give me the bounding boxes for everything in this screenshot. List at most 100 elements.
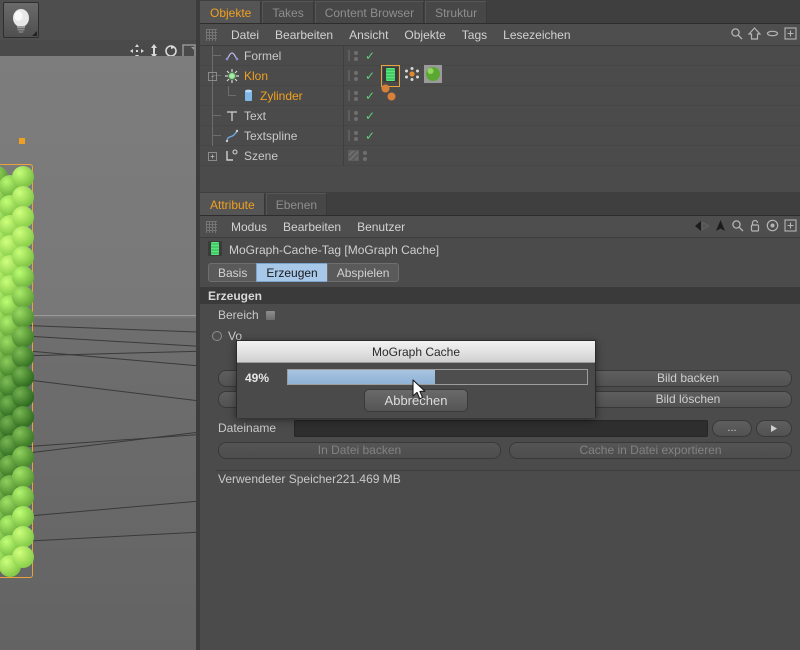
- viewport-panel[interactable]: [0, 0, 200, 650]
- menu-bearbeiten[interactable]: Bearbeiten: [267, 24, 341, 46]
- bake-to-file-button[interactable]: In Datei backen: [218, 442, 501, 459]
- attribute-manager-menubar[interactable]: Modus Bearbeiten Benutzer: [200, 216, 800, 238]
- object-manager-menubar[interactable]: Datei Bearbeiten Ansicht Objekte Tags Le…: [200, 24, 800, 46]
- object-tag-cell[interactable]: [375, 106, 800, 126]
- visibility-toggle-icon[interactable]: [348, 150, 359, 161]
- object-visibility-cell[interactable]: ✓: [343, 105, 375, 126]
- visibility-toggle-icon[interactable]: [348, 50, 350, 61]
- filename-arrow-button[interactable]: [756, 419, 792, 437]
- visibility-dots-icon[interactable]: [354, 130, 358, 141]
- light-dropdown-corner-icon[interactable]: [32, 31, 37, 36]
- light-bulb-button[interactable]: [3, 2, 39, 38]
- object-name-cell[interactable]: Textspline: [200, 125, 343, 146]
- enabled-check-icon[interactable]: ✓: [365, 129, 375, 143]
- menu-bearbeiten[interactable]: Bearbeiten: [275, 216, 349, 238]
- object-row-zylinder[interactable]: Zylinder ✓: [200, 84, 800, 106]
- enabled-check-icon[interactable]: ✓: [365, 69, 375, 83]
- menu-ansicht[interactable]: Ansicht: [341, 24, 396, 46]
- lock-icon[interactable]: [749, 219, 761, 235]
- file-actions-row[interactable]: In Datei backen Cache in Datei exportier…: [218, 442, 792, 459]
- object-tag-cell[interactable]: [375, 84, 800, 106]
- panel-grip-icon[interactable]: [206, 28, 217, 41]
- tab-erzeugen[interactable]: Erzeugen: [256, 263, 328, 282]
- object-name-cell[interactable]: Text: [200, 105, 343, 126]
- dot-tag-b-icon[interactable]: [387, 90, 396, 104]
- object-visibility-cell[interactable]: [343, 145, 375, 166]
- visibility-toggle-icon[interactable]: [348, 70, 350, 81]
- object-manager-tabstrip[interactable]: Objekte Takes Content Browser Struktur: [200, 0, 800, 24]
- object-tag-cell[interactable]: [375, 64, 800, 87]
- object-name-cell[interactable]: Zylinder: [200, 85, 343, 106]
- filename-input[interactable]: [294, 419, 708, 437]
- visibility-dots-icon[interactable]: [363, 150, 367, 161]
- export-cache-button[interactable]: Cache in Datei exportieren: [509, 442, 792, 459]
- menu-objekte[interactable]: Objekte: [396, 24, 453, 46]
- tab-struktur[interactable]: Struktur: [425, 1, 488, 23]
- parameter-tabs[interactable]: Basis Erzeugen Abspielen: [200, 262, 800, 283]
- cloner-tag-icon[interactable]: [404, 66, 420, 85]
- ellipse-icon[interactable]: [766, 27, 779, 43]
- object-tree[interactable]: Formel ✓ - Klon ✓ Zylinder ✓ Text ✓ Text…: [200, 45, 800, 192]
- filename-row[interactable]: Dateiname ...: [218, 419, 792, 437]
- visibility-dots-icon[interactable]: [354, 110, 358, 121]
- object-row-text[interactable]: Text ✓: [200, 105, 800, 126]
- object-row-formel[interactable]: Formel ✓: [200, 45, 800, 66]
- object-row-textspline[interactable]: Textspline ✓: [200, 125, 800, 146]
- vo-radio[interactable]: [212, 331, 222, 341]
- tab-attribute[interactable]: Attribute: [200, 193, 265, 215]
- menu-modus[interactable]: Modus: [223, 216, 275, 238]
- tab-takes[interactable]: Takes: [262, 1, 314, 23]
- back-arrow-icon[interactable]: [694, 220, 710, 235]
- menu-lesezeichen[interactable]: Lesezeichen: [495, 24, 578, 46]
- viewport-canvas[interactable]: [0, 56, 200, 650]
- plus-box-icon[interactable]: [784, 27, 797, 43]
- visibility-dots-icon[interactable]: [354, 90, 358, 101]
- menu-tags[interactable]: Tags: [454, 24, 495, 46]
- tab-objekte[interactable]: Objekte: [200, 1, 262, 23]
- panel-grip-icon[interactable]: [206, 220, 217, 233]
- attribute-manager-toolbar[interactable]: [694, 216, 797, 238]
- object-name-cell[interactable]: Formel: [200, 45, 343, 66]
- home-icon[interactable]: [747, 27, 762, 43]
- object-tag-cell[interactable]: [375, 46, 800, 66]
- tab-ebenen[interactable]: Ebenen: [265, 193, 328, 215]
- target-icon[interactable]: [766, 219, 779, 235]
- enabled-check-icon[interactable]: ✓: [365, 49, 375, 63]
- object-tag-cell[interactable]: [375, 146, 800, 166]
- mograph-cache-progress-dialog[interactable]: MoGraph Cache 49% Abbrechen: [236, 340, 596, 418]
- delete-image-button[interactable]: Bild löschen: [584, 391, 792, 408]
- up-arrow-icon[interactable]: [715, 219, 726, 235]
- search-icon[interactable]: [730, 27, 743, 43]
- object-visibility-cell[interactable]: ✓: [343, 45, 375, 66]
- green-sphere-clone-column[interactable]: [0, 166, 34, 577]
- collapse-expander-icon[interactable]: -: [208, 71, 217, 81]
- tab-abspielen[interactable]: Abspielen: [326, 263, 400, 282]
- object-name-cell[interactable]: - Klon: [200, 65, 343, 86]
- visibility-toggle-icon[interactable]: [348, 110, 350, 121]
- object-name-cell[interactable]: + Szene: [200, 146, 343, 166]
- bake-image-button[interactable]: Bild backen: [584, 370, 792, 387]
- visibility-dots-icon[interactable]: [354, 50, 358, 61]
- object-tag-cell[interactable]: [375, 126, 800, 146]
- visibility-toggle-icon[interactable]: [348, 130, 350, 141]
- visibility-dots-icon[interactable]: [354, 70, 358, 81]
- object-visibility-cell[interactable]: ✓: [343, 65, 375, 86]
- attribute-manager-tabstrip[interactable]: Attribute Ebenen: [200, 192, 800, 216]
- tab-content-browser[interactable]: Content Browser: [314, 1, 425, 23]
- enabled-check-icon[interactable]: ✓: [365, 109, 375, 123]
- search-icon[interactable]: [731, 219, 744, 235]
- tab-basis[interactable]: Basis: [208, 263, 258, 282]
- plus-box-icon[interactable]: [784, 219, 797, 235]
- object-visibility-cell[interactable]: ✓: [343, 85, 375, 106]
- cancel-button[interactable]: Abbrechen: [364, 389, 468, 412]
- menu-benutzer[interactable]: Benutzer: [349, 216, 413, 238]
- expand-expander-icon[interactable]: +: [208, 151, 217, 161]
- object-row-klon[interactable]: - Klon ✓: [200, 64, 800, 87]
- object-manager-toolbar[interactable]: [730, 24, 797, 46]
- browse-button[interactable]: ...: [712, 419, 752, 437]
- object-visibility-cell[interactable]: ✓: [343, 125, 375, 146]
- enabled-check-icon[interactable]: ✓: [365, 89, 375, 103]
- material-tag-icon[interactable]: [424, 65, 442, 86]
- menu-datei[interactable]: Datei: [223, 24, 267, 46]
- object-row-szene[interactable]: + Szene: [200, 145, 800, 166]
